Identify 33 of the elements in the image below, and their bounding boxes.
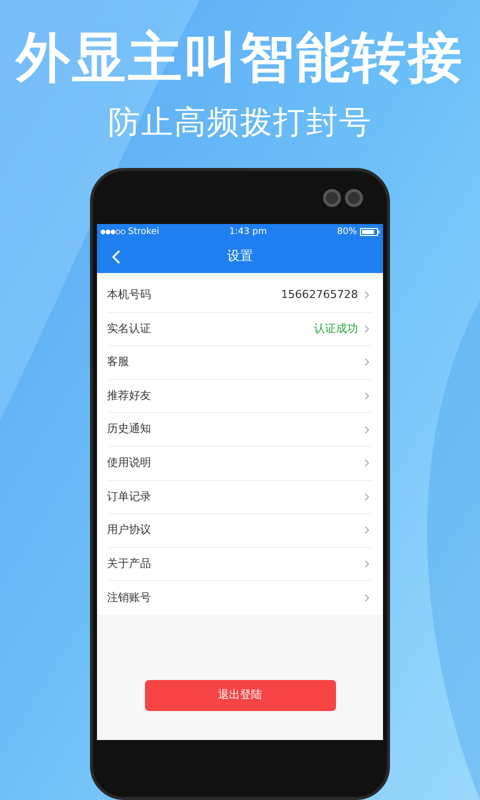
- settings-row[interactable]: 客服: [107, 346, 373, 380]
- camera-icon: [323, 188, 341, 206]
- settings-row[interactable]: 本机号码 15662765728: [107, 279, 373, 313]
- row-label: 注销账号: [107, 590, 152, 606]
- settings-row[interactable]: 实名认证 认证成功: [107, 312, 373, 346]
- headline: 外显主叫智能转接: [16, 25, 464, 91]
- row-label: 客服: [107, 354, 130, 370]
- status-time: 1:43 pm: [228, 226, 268, 239]
- settings-row[interactable]: 订单记录: [107, 480, 373, 514]
- row-label: 推荐好友: [107, 388, 152, 404]
- settings-row[interactable]: 用户协议: [107, 514, 373, 548]
- row-label: 本机号码: [107, 287, 152, 304]
- battery-percent: 80%: [336, 226, 357, 239]
- row-label: 使用说明: [107, 455, 152, 472]
- settings-row[interactable]: 注销账号: [107, 581, 373, 615]
- subtitle: 防止高频拨打封号: [108, 102, 372, 142]
- row-label: 历史通知: [107, 421, 152, 438]
- carrier-text: Strokei: [128, 226, 160, 239]
- row-label: 订单记录: [107, 488, 152, 505]
- settings-row[interactable]: 历史通知: [107, 413, 373, 447]
- row-label: 关于产品: [107, 556, 152, 572]
- settings-row[interactable]: 关于产品: [107, 548, 373, 582]
- settings-row[interactable]: 使用说明: [107, 446, 373, 481]
- row-value: 15662765728: [281, 287, 358, 304]
- row-label: 实名认证: [107, 320, 152, 337]
- logout-button[interactable]: 退出登陆: [144, 680, 336, 711]
- row-label: 用户协议: [107, 522, 152, 538]
- battery-icon: [360, 228, 380, 236]
- camera-icon: [345, 188, 363, 206]
- signal-icon: [100, 229, 126, 235]
- row-value: 认证成功: [314, 320, 358, 337]
- screen-title: 设置: [227, 248, 253, 266]
- settings-row[interactable]: 推荐好友: [107, 380, 373, 414]
